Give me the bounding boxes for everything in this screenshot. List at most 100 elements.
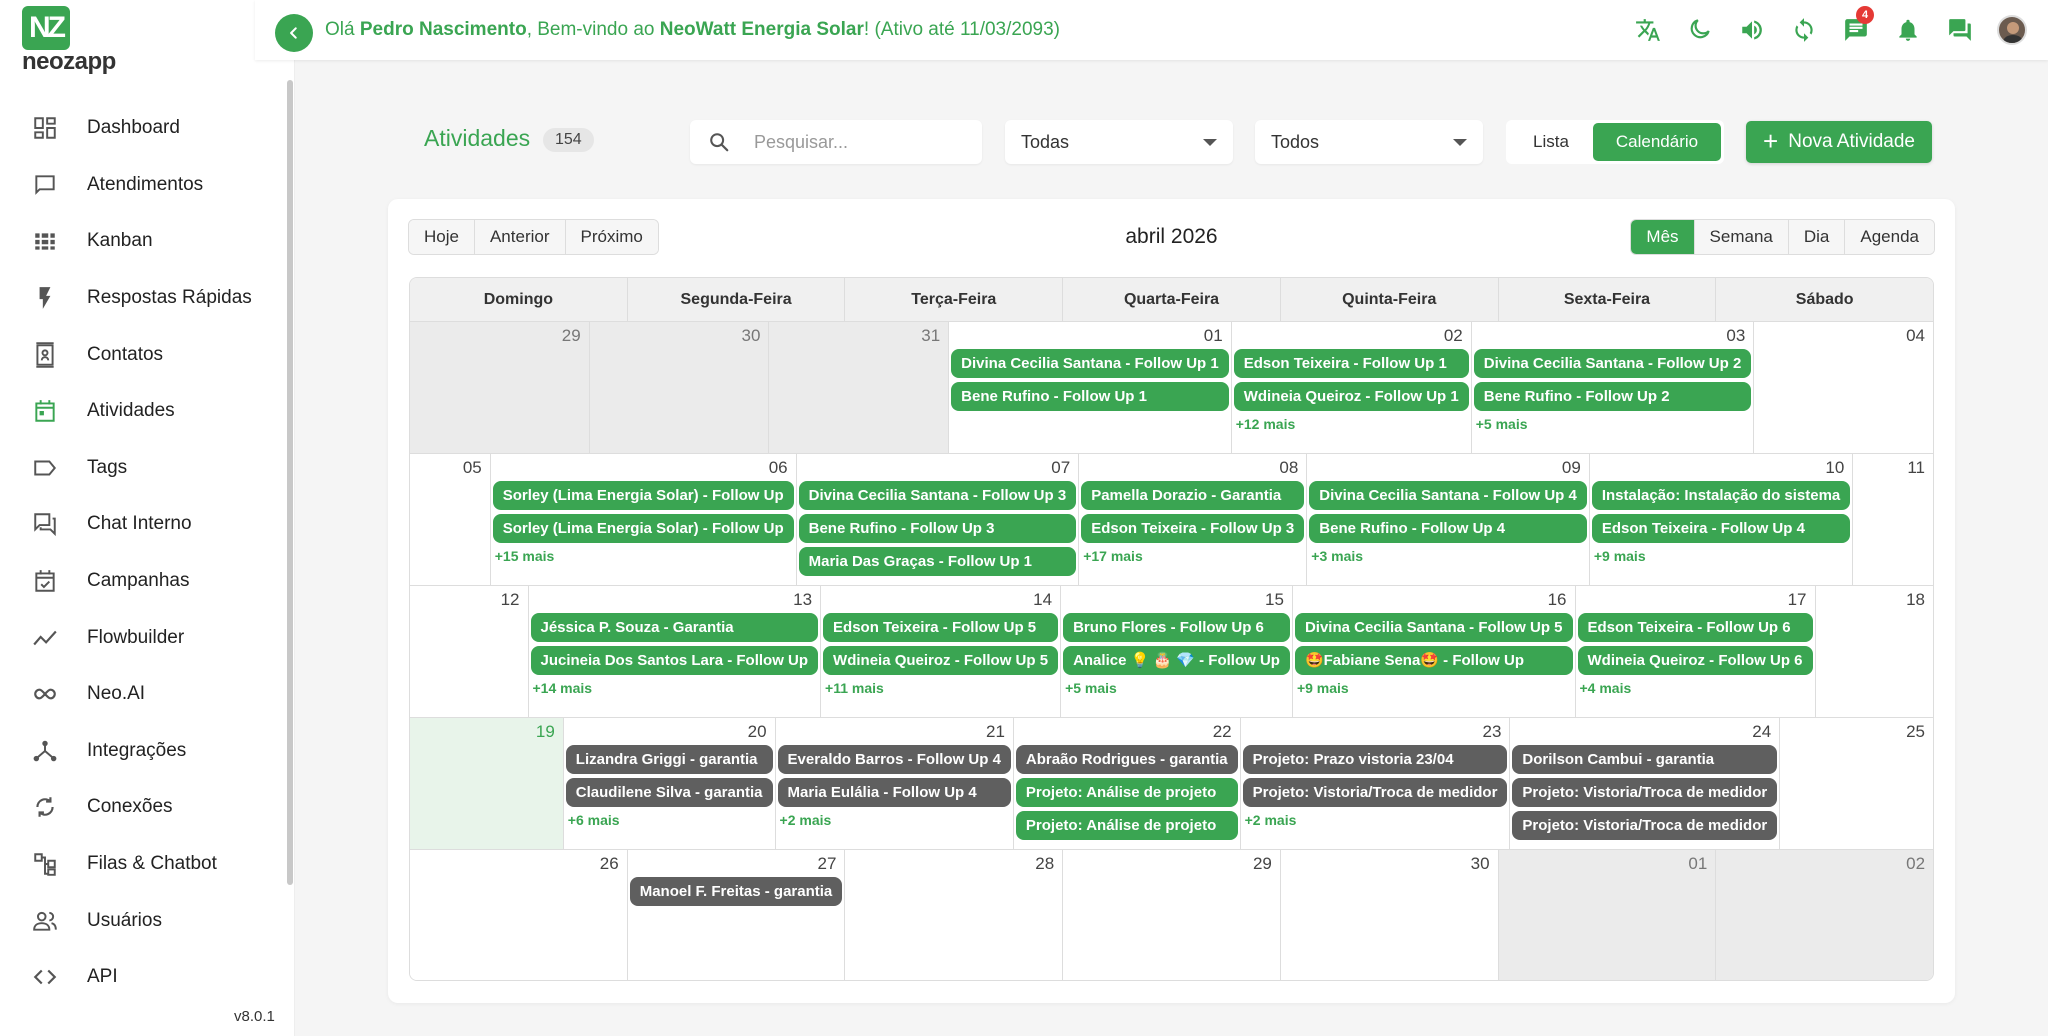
calendar-day-cell[interactable]: 06 Sorley (Lima Energia Solar) - Follow U…: [490, 454, 797, 585]
calendar-day-cell[interactable]: 22 Abraão Rodrigues - garantia Projeto: An…: [1013, 718, 1241, 849]
calendar-day-cell[interactable]: 17 Edson Teixeira - Follow Up 6 Wdineia Qu…: [1575, 586, 1816, 717]
calendar-event[interactable]: Divina Cecilia Santana - Follow Up 2: [1473, 349, 1752, 378]
show-more-link[interactable]: +9 mais: [1592, 547, 1850, 565]
day-number[interactable]: 16: [1295, 589, 1573, 613]
show-more-link[interactable]: +5 mais: [1474, 415, 1752, 433]
sidebar-item-contatos[interactable]: Contatos: [0, 326, 285, 383]
calendar-day-cell[interactable]: 05: [410, 454, 491, 585]
calendar-event[interactable]: Instalação: Instalação do sistema: [1591, 481, 1851, 510]
day-number[interactable]: 05: [412, 457, 488, 481]
day-number[interactable]: 02: [1234, 325, 1469, 349]
day-number[interactable]: 25: [1782, 721, 1931, 745]
sidebar-item-api[interactable]: API: [0, 949, 285, 1006]
calendar-day-cell[interactable]: 02: [1716, 850, 1933, 980]
calendar-day-cell[interactable]: 28: [845, 850, 1064, 980]
calendar-event[interactable]: Jucineia Dos Santos Lara - Follow Up: [530, 646, 819, 675]
sidebar-item-dashboard[interactable]: Dashboard: [0, 100, 285, 157]
sidebar-item-filas-chatbot[interactable]: Filas & Chatbot: [0, 836, 285, 893]
search-box[interactable]: [690, 120, 982, 164]
calendar-event[interactable]: Bene Rufino - Follow Up 2: [1473, 382, 1752, 411]
month-mode-button[interactable]: Mês: [1631, 220, 1695, 254]
calendar-day-cell[interactable]: 31: [769, 322, 950, 453]
calendar-day-cell[interactable]: 29: [1063, 850, 1281, 980]
calendar-day-cell[interactable]: 01: [1498, 850, 1717, 980]
calendar-day-cell[interactable]: 11: [1853, 454, 1933, 585]
day-number[interactable]: 18: [1818, 589, 1932, 613]
day-number[interactable]: 06: [493, 457, 794, 481]
day-number[interactable]: 23: [1243, 721, 1508, 745]
show-more-link[interactable]: +9 mais: [1295, 679, 1573, 697]
refresh-icon[interactable]: [1778, 12, 1830, 48]
calendar-event[interactable]: Bene Rufino - Follow Up 4: [1309, 514, 1587, 543]
day-number[interactable]: 02: [1718, 853, 1931, 877]
calendar-day-cell[interactable]: 13 Jéssica P. Souza - Garantia Jucineia Do…: [528, 586, 822, 717]
calendar-day-cell[interactable]: 24 Dorilson Cambui - garantia Projeto: Vis…: [1510, 718, 1781, 849]
day-number[interactable]: 27: [630, 853, 843, 877]
calendar-event[interactable]: Maria Das Graças - Follow Up 1: [798, 547, 1077, 576]
calendar-day-cell[interactable]: 27 Manoel F. Freitas - garantia: [627, 850, 846, 980]
logo[interactable]: NZ neozapp: [22, 6, 122, 76]
day-number[interactable]: 30: [592, 325, 767, 349]
calendar-day-cell[interactable]: 25: [1780, 718, 1933, 849]
calendar-event[interactable]: Edson Teixeira - Follow Up 4: [1591, 514, 1851, 543]
calendar-day-cell[interactable]: 10 Instalação: Instalação do sistema Edson…: [1589, 454, 1854, 585]
sidebar-item-integracoes[interactable]: Integrações: [0, 723, 285, 780]
calendar-day-cell[interactable]: 30: [1280, 850, 1499, 980]
calendar-event[interactable]: Manoel F. Freitas - garantia: [629, 877, 843, 906]
calendar-day-cell[interactable]: 26: [410, 850, 628, 980]
volume-icon[interactable]: [1726, 12, 1778, 48]
day-number[interactable]: 13: [531, 589, 819, 613]
calendar-event[interactable]: 🤩Fabiane Sena🤩 - Follow Up: [1294, 646, 1573, 675]
calendar-event[interactable]: Dorilson Cambui - garantia: [1512, 745, 1778, 774]
calendar-event[interactable]: Divina Cecilia Santana - Follow Up 3: [798, 481, 1077, 510]
day-number[interactable]: 01: [1501, 853, 1714, 877]
show-more-link[interactable]: +17 mais: [1081, 547, 1304, 565]
sidebar-item-chat-interno[interactable]: Chat Interno: [0, 496, 285, 553]
sidebar-item-campanhas[interactable]: Campanhas: [0, 553, 285, 610]
calendar-event[interactable]: Projeto: Vistoria/Troca de medidor: [1512, 778, 1778, 807]
calendar-event[interactable]: Bruno Flores - Follow Up 6: [1063, 613, 1290, 642]
sidebar-item-neo-ai[interactable]: Neo.AI: [0, 666, 285, 723]
show-more-link[interactable]: +4 mais: [1578, 679, 1813, 697]
sidebar-item-usuarios[interactable]: Usuários: [0, 892, 285, 949]
show-more-link[interactable]: +14 mais: [531, 679, 819, 697]
day-number[interactable]: 31: [771, 325, 946, 349]
sidebar-scrollbar[interactable]: [287, 80, 293, 885]
calendar-event[interactable]: Analice 💡 🎂 💎 - Follow Up: [1063, 646, 1290, 675]
day-number[interactable]: 29: [1065, 853, 1278, 877]
calendar-day-cell[interactable]: 20 Lizandra Griggi - garantia Claudilene S…: [563, 718, 776, 849]
day-number[interactable]: 11: [1855, 457, 1931, 481]
show-more-link[interactable]: +6 mais: [566, 811, 773, 829]
calendar-day-cell[interactable]: 29: [410, 322, 590, 453]
calendar-event[interactable]: Divina Cecilia Santana - Follow Up 4: [1309, 481, 1587, 510]
calendar-day-cell[interactable]: 02 Edson Teixeira - Follow Up 1 Wdineia Qu…: [1231, 322, 1472, 453]
calendar-event[interactable]: Bene Rufino - Follow Up 1: [951, 382, 1229, 411]
calendar-day-cell[interactable]: 08 Pamella Dorazio - Garantia Edson Teixei…: [1079, 454, 1308, 585]
calendar-event[interactable]: Sorley (Lima Energia Solar) - Follow Up: [492, 481, 794, 510]
calendar-event[interactable]: Wdineia Queiroz - Follow Up 5: [823, 646, 1059, 675]
calendar-event[interactable]: Projeto: Análise de projeto: [1015, 811, 1238, 840]
day-number[interactable]: 21: [778, 721, 1011, 745]
calendar-day-cell[interactable]: 12: [410, 586, 529, 717]
day-number[interactable]: 01: [951, 325, 1229, 349]
day-number[interactable]: 19: [412, 721, 561, 745]
day-number[interactable]: 22: [1016, 721, 1238, 745]
calendar-day-cell[interactable]: 01 Divina Cecilia Santana - Follow Up 1 Be…: [949, 322, 1232, 453]
calendar-event[interactable]: Projeto: Vistoria/Troca de medidor: [1242, 778, 1508, 807]
show-more-link[interactable]: +2 mais: [778, 811, 1011, 829]
day-number[interactable]: 07: [799, 457, 1077, 481]
calendar-event[interactable]: Divina Cecilia Santana - Follow Up 1: [951, 349, 1229, 378]
calendar-day-cell[interactable]: 07 Divina Cecilia Santana - Follow Up 3 Be…: [796, 454, 1080, 585]
calendar-event[interactable]: Wdineia Queiroz - Follow Up 6: [1577, 646, 1813, 675]
calendar-event[interactable]: Bene Rufino - Follow Up 3: [798, 514, 1077, 543]
show-more-link[interactable]: +2 mais: [1243, 811, 1508, 829]
calendar-event[interactable]: Maria Eulália - Follow Up 4: [777, 778, 1011, 807]
sidebar-item-kanban[interactable]: Kanban: [0, 213, 285, 270]
day-number[interactable]: 08: [1081, 457, 1304, 481]
calendar-event[interactable]: Edson Teixeira - Follow Up 6: [1577, 613, 1813, 642]
translate-icon[interactable]: [1622, 12, 1674, 48]
collapse-sidebar-button[interactable]: [275, 14, 313, 52]
show-more-link[interactable]: +5 mais: [1063, 679, 1290, 697]
calendar-event[interactable]: Pamella Dorazio - Garantia: [1081, 481, 1305, 510]
calendar-event[interactable]: Abraão Rodrigues - garantia: [1015, 745, 1238, 774]
